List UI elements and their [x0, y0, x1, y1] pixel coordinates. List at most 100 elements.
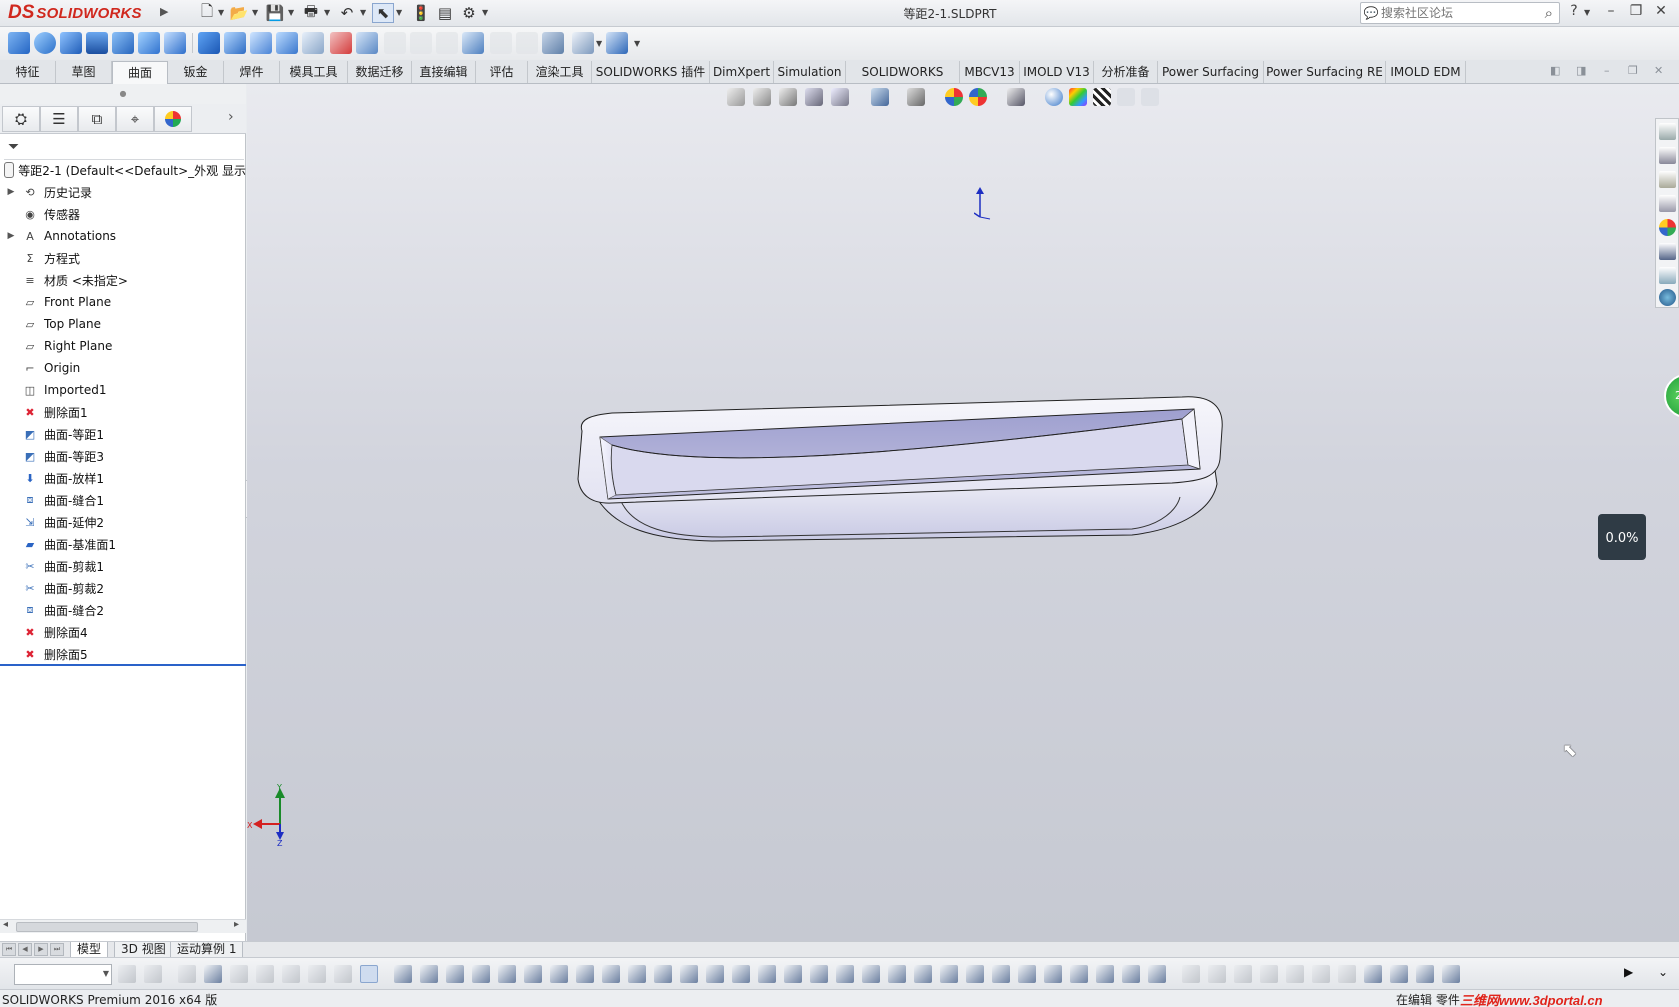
combo-dropdown-icon[interactable]: ▼ — [103, 969, 109, 978]
tab-power-surfacing[interactable]: Power Surfacing — [1158, 61, 1264, 83]
view-7-icon[interactable] — [1312, 965, 1330, 983]
section-view-icon[interactable] — [805, 88, 823, 106]
print-icon[interactable]: 🖶 — [300, 2, 322, 23]
curvature-icon[interactable] — [1069, 88, 1087, 106]
hole-callout-icon[interactable] — [1096, 965, 1114, 983]
previous-view-icon[interactable] — [779, 88, 797, 106]
tab-model[interactable]: 模型 — [70, 942, 109, 958]
rollback-bar[interactable] — [0, 664, 246, 666]
configuration-manager-tab-icon[interactable]: ⧉ — [78, 106, 116, 132]
vertex-icon[interactable] — [602, 965, 620, 983]
lofted-surface-icon[interactable] — [86, 32, 108, 54]
selection-filter-icon[interactable] — [334, 965, 352, 983]
tab-solidworks-addins[interactable]: SOLIDWORKS 插件 — [592, 61, 710, 83]
line-icon[interactable] — [144, 965, 162, 983]
scroll-right-icon[interactable]: ▸ — [234, 919, 239, 930]
tab-data-migration[interactable]: 数据迁移 — [348, 61, 412, 83]
dimension-icon[interactable] — [784, 965, 802, 983]
view-5-icon[interactable] — [1260, 965, 1278, 983]
file-properties-icon[interactable]: ▤ — [434, 3, 456, 23]
file-explorer-icon[interactable] — [1659, 171, 1676, 188]
graphics-area[interactable]: Y X Z 29 0.0% ⬉ — [247, 84, 1679, 941]
extruded-surface-icon[interactable] — [8, 32, 30, 54]
surface-flatten-icon[interactable] — [276, 32, 298, 54]
text-icon[interactable] — [862, 965, 880, 983]
doc-minimize-icon[interactable]: – — [1604, 64, 1610, 77]
tree-root-part[interactable]: 等距2-1 (Default<<Default>_外观 显示 — [0, 159, 246, 181]
grid-icon[interactable] — [230, 965, 248, 983]
next-tab-icon[interactable]: ▶ — [34, 943, 48, 956]
view-palette-icon[interactable] — [1659, 195, 1676, 212]
online-resources-icon[interactable] — [1659, 289, 1676, 306]
realview-icon[interactable] — [1045, 88, 1063, 106]
view-3-icon[interactable] — [1208, 965, 1226, 983]
select-dropdown-icon[interactable]: ▼ — [396, 8, 402, 17]
view-2-icon[interactable] — [1182, 965, 1200, 983]
note-icon[interactable] — [1018, 965, 1036, 983]
cube-view-icon[interactable] — [1416, 965, 1434, 983]
prev-tab-icon[interactable]: ◀ — [18, 943, 32, 956]
tree-item[interactable]: ▶ ⟲ 历史记录 — [0, 181, 246, 203]
tree-item[interactable]: ⬇ 曲面-放样1 — [0, 467, 246, 489]
reference-geometry-dropdown-icon[interactable]: ▼ — [596, 39, 602, 48]
undo-icon[interactable]: ↶ — [336, 3, 358, 23]
datum-icon[interactable] — [966, 965, 984, 983]
label-icon[interactable] — [888, 965, 906, 983]
dynamic-annotation-icon[interactable] — [831, 88, 849, 106]
save-dropdown-icon[interactable]: ▼ — [288, 8, 294, 17]
snap-icon[interactable] — [256, 965, 274, 983]
dimxpert-manager-tab-icon[interactable]: ⌖ — [116, 106, 154, 132]
expand-icon[interactable]: ▶ — [1624, 965, 1642, 983]
filled-surface-icon[interactable] — [138, 32, 160, 54]
open-file-icon[interactable]: 📂 — [228, 3, 250, 23]
edit-appearance-icon[interactable] — [945, 88, 963, 106]
sketch-icon[interactable] — [178, 965, 196, 983]
tab-weldments[interactable]: 焊件 — [224, 61, 280, 83]
new-file-icon[interactable]: 🗋 — [196, 2, 218, 23]
zoom-to-area-icon[interactable] — [753, 88, 771, 106]
view-orientation-icon[interactable] — [871, 88, 889, 106]
relations-icon[interactable] — [282, 965, 300, 983]
tab-3d-views[interactable]: 3D 视图 — [114, 942, 173, 958]
polygon-icon[interactable] — [524, 965, 542, 983]
swept-surface-icon[interactable] — [60, 32, 82, 54]
print-dropdown-icon[interactable]: ▼ — [324, 8, 330, 17]
open-dropdown-icon[interactable]: ▼ — [252, 8, 258, 17]
hide-show-icon[interactable] — [118, 965, 136, 983]
tree-item[interactable]: ▱ Right Plane — [0, 335, 246, 357]
options-gear-icon[interactable]: ⚙ — [458, 3, 480, 23]
display-style-icon[interactable] — [907, 88, 925, 106]
tree-item[interactable]: ◩ 曲面-等距3 — [0, 445, 246, 467]
magnet-icon[interactable] — [420, 965, 438, 983]
cube-icon[interactable] — [550, 965, 568, 983]
tab-simulation[interactable]: Simulation — [774, 61, 846, 83]
menu-expand-arrow-icon[interactable]: ▶ — [160, 5, 168, 18]
tree-item[interactable]: ▱ Front Plane — [0, 291, 246, 313]
first-tab-icon[interactable]: ⏮ — [2, 943, 16, 956]
parts-icon[interactable] — [1442, 965, 1460, 983]
new-dropdown-icon[interactable]: ▼ — [218, 8, 224, 17]
feature-manager-tab-icon[interactable]: ⛭ — [2, 106, 40, 132]
tree-item[interactable]: ✖ 删除面4 — [0, 621, 246, 643]
offset-surface-icon[interactable] — [224, 32, 246, 54]
select-dropdown-icon[interactable] — [394, 965, 412, 983]
cut-with-surface-icon[interactable] — [542, 32, 564, 54]
layer-combo[interactable]: ▼ — [14, 964, 112, 985]
panel-more-arrow-icon[interactable]: › — [228, 109, 234, 125]
layer-icon[interactable] — [204, 965, 222, 983]
tree-item[interactable]: ▰ 曲面-基准面1 — [0, 533, 246, 555]
surface-finish-icon[interactable] — [914, 965, 932, 983]
camera-icon[interactable] — [1117, 88, 1135, 106]
tolerance-icon[interactable] — [992, 965, 1010, 983]
tile-left-icon[interactable]: ◧ — [1550, 64, 1560, 77]
tab-features[interactable]: 特征 — [0, 61, 56, 83]
search-icon[interactable]: ⌕ — [1545, 4, 1553, 22]
custom-properties-icon[interactable] — [1659, 243, 1676, 260]
tab-dimxpert[interactable]: DimXpert — [710, 61, 774, 83]
tab-direct-editing[interactable]: 直接编辑 — [412, 61, 476, 83]
scroll-left-icon[interactable]: ◂ — [3, 919, 8, 930]
reference-geometry-icon[interactable] — [572, 32, 594, 54]
revolved-surface-icon[interactable] — [34, 32, 56, 54]
tree-filter[interactable]: ⏷ — [4, 136, 244, 160]
tree-item[interactable]: ≡ 材质 <未指定> — [0, 269, 246, 291]
